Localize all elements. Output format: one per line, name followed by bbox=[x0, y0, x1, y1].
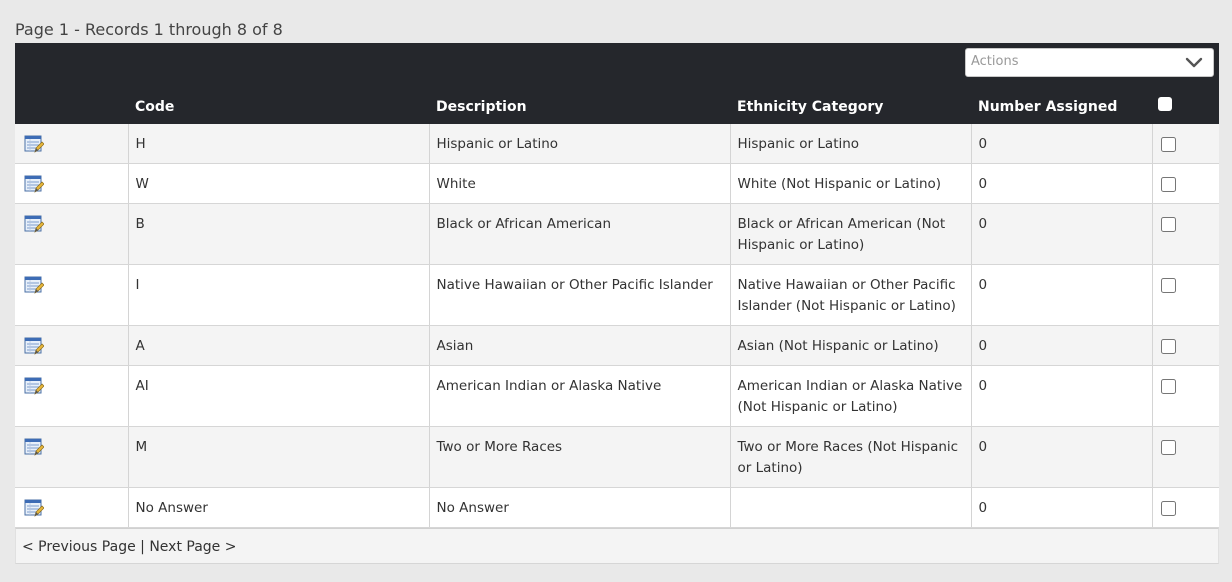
edit-record-icon[interactable] bbox=[24, 134, 44, 154]
row-select-checkbox[interactable] bbox=[1160, 278, 1176, 293]
cell-code: No Answer bbox=[128, 487, 430, 528]
actions-placeholder: Actions bbox=[971, 54, 1019, 69]
cell-number-assigned: 0 bbox=[971, 365, 1153, 427]
cell-code: H bbox=[128, 124, 430, 164]
cell-number-assigned: 0 bbox=[971, 325, 1153, 366]
grid-header: Actions Code Description Ethnicity Categ… bbox=[15, 43, 1219, 124]
actions-dropdown[interactable]: Actions bbox=[965, 48, 1214, 77]
edit-cell bbox=[15, 426, 129, 488]
column-header-number-assigned[interactable]: Number Assigned bbox=[978, 99, 1117, 115]
edit-cell bbox=[15, 203, 129, 265]
cell-number-assigned: 0 bbox=[971, 426, 1153, 488]
select-cell bbox=[1152, 203, 1219, 265]
edit-record-icon[interactable] bbox=[24, 174, 44, 194]
cell-code: W bbox=[128, 163, 430, 204]
cell-code: A bbox=[128, 325, 430, 366]
edit-record-icon[interactable] bbox=[24, 275, 44, 295]
cell-ethnicity-category: Black or African American (Not Hispanic … bbox=[730, 203, 972, 265]
table-row: A Asian Asian (Not Hispanic or Latino) 0 bbox=[15, 325, 1219, 366]
select-cell bbox=[1152, 264, 1219, 326]
cell-number-assigned: 0 bbox=[971, 264, 1153, 326]
row-select-checkbox[interactable] bbox=[1160, 501, 1176, 516]
next-page-link[interactable]: Next Page > bbox=[149, 539, 236, 555]
edit-cell bbox=[15, 163, 129, 204]
edit-cell bbox=[15, 487, 129, 528]
select-cell bbox=[1152, 487, 1219, 528]
chevron-down-icon bbox=[1185, 57, 1203, 68]
edit-record-icon[interactable] bbox=[24, 437, 44, 457]
pagination-bar: < Previous Page | Next Page > bbox=[15, 528, 1219, 564]
edit-record-icon[interactable] bbox=[24, 214, 44, 234]
select-cell bbox=[1152, 325, 1219, 366]
cell-number-assigned: 0 bbox=[971, 124, 1153, 164]
select-cell bbox=[1152, 124, 1219, 164]
cell-ethnicity-category: White (Not Hispanic or Latino) bbox=[730, 163, 972, 204]
edit-record-icon[interactable] bbox=[24, 498, 44, 518]
cell-code: B bbox=[128, 203, 430, 265]
cell-code: I bbox=[128, 264, 430, 326]
cell-number-assigned: 0 bbox=[971, 203, 1153, 265]
cell-description: Asian bbox=[429, 325, 731, 366]
records-table: H Hispanic or Latino Hispanic or Latino 0 W W… bbox=[15, 124, 1219, 528]
column-header-description[interactable]: Description bbox=[436, 99, 527, 115]
cell-ethnicity-category bbox=[730, 487, 972, 528]
records-grid: Actions Code Description Ethnicity Categ… bbox=[15, 43, 1219, 564]
cell-description: Hispanic or Latino bbox=[429, 124, 731, 164]
cell-description: Two or More Races bbox=[429, 426, 731, 488]
table-row: B Black or African American Black or Afric… bbox=[15, 203, 1219, 265]
cell-ethnicity-category: Native Hawaiian or Other Pacific Islande… bbox=[730, 264, 972, 326]
table-row: H Hispanic or Latino Hispanic or Latino 0 bbox=[15, 124, 1219, 164]
previous-page-link[interactable]: < Previous Page bbox=[22, 539, 136, 555]
cell-code: M bbox=[128, 426, 430, 488]
edit-record-icon[interactable] bbox=[24, 336, 44, 356]
cell-description: Black or African American bbox=[429, 203, 731, 265]
select-cell bbox=[1152, 365, 1219, 427]
table-row: W White White (Not Hispanic or Latino) 0 bbox=[15, 163, 1219, 204]
table-row: I Native Hawaiian or Other Pacific Island… bbox=[15, 264, 1219, 326]
cell-number-assigned: 0 bbox=[971, 163, 1153, 204]
cell-code: AI bbox=[128, 365, 430, 427]
edit-record-icon[interactable] bbox=[24, 376, 44, 396]
row-select-checkbox[interactable] bbox=[1160, 217, 1176, 232]
pagination-separator: | bbox=[140, 539, 145, 555]
table-row: No Answer No Answer 0 bbox=[15, 487, 1219, 528]
table-row: AI American Indian or Alaska Native Americ… bbox=[15, 365, 1219, 427]
cell-ethnicity-category: American Indian or Alaska Native (Not Hi… bbox=[730, 365, 972, 427]
row-select-checkbox[interactable] bbox=[1160, 440, 1176, 455]
row-select-checkbox[interactable] bbox=[1160, 379, 1176, 394]
cell-description: White bbox=[429, 163, 731, 204]
edit-cell bbox=[15, 264, 129, 326]
cell-description: American Indian or Alaska Native bbox=[429, 365, 731, 427]
row-select-checkbox[interactable] bbox=[1160, 339, 1176, 354]
cell-description: No Answer bbox=[429, 487, 731, 528]
page-info: Page 1 - Records 1 through 8 of 8 bbox=[15, 20, 283, 39]
table-row: M Two or More Races Two or More Races (Not… bbox=[15, 426, 1219, 488]
column-header-ethnicity-category[interactable]: Ethnicity Category bbox=[737, 99, 883, 115]
cell-ethnicity-category: Hispanic or Latino bbox=[730, 124, 972, 164]
edit-cell bbox=[15, 325, 129, 366]
row-select-checkbox[interactable] bbox=[1160, 177, 1176, 192]
column-header-code[interactable]: Code bbox=[135, 99, 174, 115]
cell-description: Native Hawaiian or Other Pacific Islande… bbox=[429, 264, 731, 326]
select-all-checkbox[interactable] bbox=[1158, 97, 1172, 111]
cell-number-assigned: 0 bbox=[971, 487, 1153, 528]
select-cell bbox=[1152, 426, 1219, 488]
select-cell bbox=[1152, 163, 1219, 204]
row-select-checkbox[interactable] bbox=[1160, 137, 1176, 152]
edit-cell bbox=[15, 365, 129, 427]
cell-ethnicity-category: Two or More Races (Not Hispanic or Latin… bbox=[730, 426, 972, 488]
edit-cell bbox=[15, 124, 129, 164]
cell-ethnicity-category: Asian (Not Hispanic or Latino) bbox=[730, 325, 972, 366]
